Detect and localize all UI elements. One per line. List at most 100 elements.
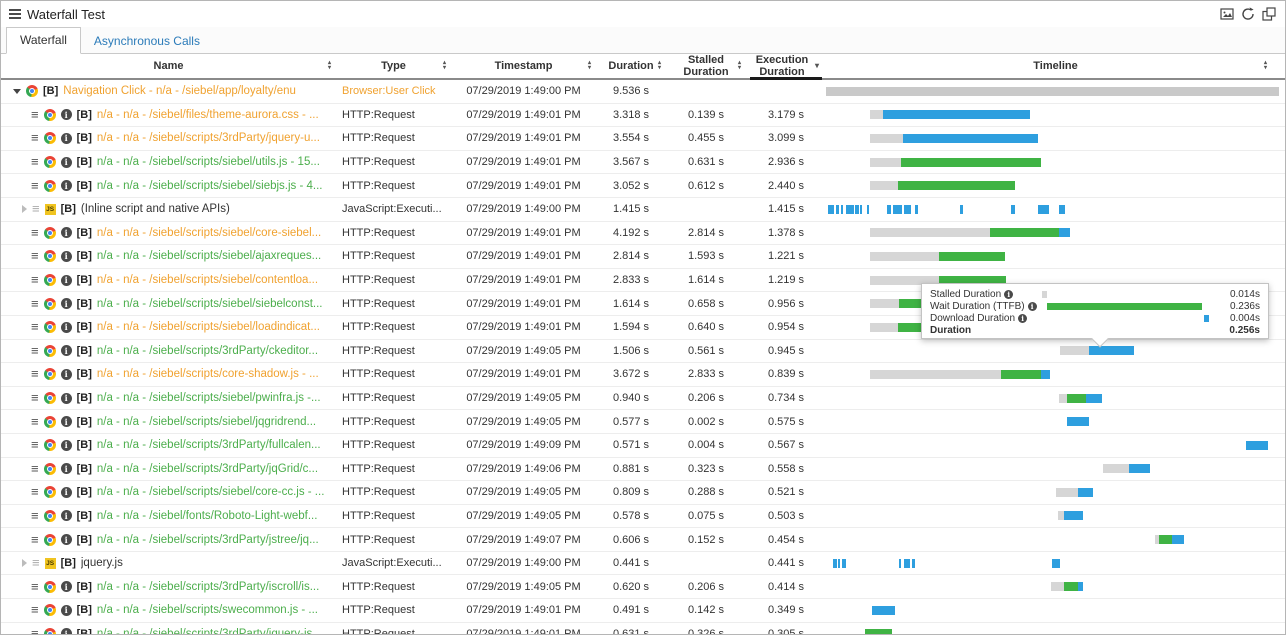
timeline-bar-segment[interactable]: [1038, 205, 1049, 214]
request-name[interactable]: n/a - n/a - /siebel/scripts/3rdParty/jqG…: [97, 463, 318, 475]
timeline-bar-segment[interactable]: [898, 181, 1015, 190]
timeline-bar-segment[interactable]: [1060, 346, 1089, 355]
timeline-bar-segment[interactable]: [870, 134, 903, 143]
info-icon[interactable]: i: [61, 487, 72, 498]
request-name[interactable]: n/a - n/a - /siebel/files/theme-aurora.c…: [97, 109, 319, 121]
timeline-bar-segment[interactable]: [1011, 205, 1016, 214]
timeline-bar-segment[interactable]: [1246, 441, 1268, 450]
timeline-bar-segment[interactable]: [1064, 511, 1083, 520]
timeline-bar-segment[interactable]: [870, 323, 898, 332]
expand-collapse-caret-right-icon[interactable]: [22, 559, 27, 567]
timeline-bar-segment[interactable]: [838, 559, 840, 568]
table-row[interactable]: ≡i[B]n/a - n/a - /siebel/scripts/swecomm…: [1, 599, 1285, 623]
timeline-bar-segment[interactable]: [870, 252, 939, 261]
timeline-bar-segment[interactable]: [870, 228, 990, 237]
timeline-bar-segment[interactable]: [1051, 582, 1063, 591]
timeline-bar-segment[interactable]: [1103, 464, 1130, 473]
timeline-bar-segment[interactable]: [904, 559, 910, 568]
timeline-bar-segment[interactable]: [841, 205, 843, 214]
timeline-bar-segment[interactable]: [870, 299, 899, 308]
timeline-bar-segment[interactable]: [901, 158, 1041, 167]
column-header-duration[interactable]: Duration▴▾: [596, 54, 666, 78]
column-header-timestamp[interactable]: Timestamp▴▾: [451, 54, 596, 78]
timeline-bar-segment[interactable]: [1078, 582, 1083, 591]
request-name[interactable]: n/a - n/a - /siebel/scripts/3rdParty/cke…: [97, 345, 318, 357]
info-icon[interactable]: i: [61, 463, 72, 474]
column-header-name[interactable]: Name▴▾: [1, 54, 336, 78]
table-row[interactable]: [B]Navigation Click - n/a - /siebel/app/…: [1, 80, 1285, 104]
info-icon[interactable]: i: [61, 534, 72, 545]
request-name[interactable]: n/a - n/a - /siebel/scripts/siebel/jqgri…: [97, 416, 316, 428]
table-row[interactable]: ≡i[B]n/a - n/a - /siebel/scripts/3rdPart…: [1, 623, 1285, 635]
info-icon[interactable]: i: [1018, 314, 1027, 323]
info-icon[interactable]: i: [61, 369, 72, 380]
request-name[interactable]: (Inline script and native APIs): [81, 203, 230, 215]
timeline-bar-segment[interactable]: [1064, 582, 1078, 591]
column-header-timeline[interactable]: Timeline▴▾: [826, 54, 1285, 78]
timeline-bar-segment[interactable]: [903, 134, 1038, 143]
table-row[interactable]: ≡i[B]n/a - n/a - /siebel/scripts/3rdPart…: [1, 458, 1285, 482]
timeline-bar-segment[interactable]: [860, 205, 862, 214]
info-icon[interactable]: i: [61, 322, 72, 333]
table-row[interactable]: ≡JS[B]jquery.jsJavaScript:Executi...07/2…: [1, 552, 1285, 576]
table-row[interactable]: ≡i[B]n/a - n/a - /siebel/scripts/3rdPart…: [1, 528, 1285, 552]
timeline-bar-segment[interactable]: [870, 158, 901, 167]
timeline-bar-segment[interactable]: [960, 205, 963, 214]
timeline-bar-segment[interactable]: [1059, 205, 1065, 214]
info-icon[interactable]: i: [61, 251, 72, 262]
column-header-type[interactable]: Type▴▾: [336, 54, 451, 78]
timeline-bar-segment[interactable]: [846, 205, 854, 214]
timeline-bar-segment[interactable]: [828, 205, 834, 214]
request-name[interactable]: n/a - n/a - /siebel/fonts/Roboto-Light-w…: [97, 510, 318, 522]
info-icon[interactable]: i: [61, 628, 72, 635]
expand-collapse-caret-right-icon[interactable]: [22, 205, 27, 213]
timeline-bar-segment[interactable]: [912, 559, 915, 568]
timeline-bar-segment[interactable]: [904, 205, 911, 214]
request-name[interactable]: jquery.js: [81, 557, 123, 569]
info-icon[interactable]: i: [61, 133, 72, 144]
timeline-bar-segment[interactable]: [1067, 417, 1090, 426]
timeline-bar-segment[interactable]: [939, 252, 1005, 261]
info-icon[interactable]: i: [1004, 290, 1013, 299]
timeline-bar-segment[interactable]: [1059, 228, 1070, 237]
info-icon[interactable]: i: [1028, 302, 1037, 311]
image-icon[interactable]: [1219, 7, 1235, 22]
timeline-bar-segment[interactable]: [1052, 559, 1060, 568]
timeline-bar-segment[interactable]: [1159, 535, 1172, 544]
request-name[interactable]: n/a - n/a - /siebel/scripts/siebel/core-…: [97, 486, 325, 498]
table-row[interactable]: ≡i[B]n/a - n/a - /siebel/scripts/siebel/…: [1, 387, 1285, 411]
info-icon[interactable]: i: [61, 440, 72, 451]
timeline-bar-segment[interactable]: [893, 205, 903, 214]
table-row[interactable]: ≡i[B]n/a - n/a - /siebel/scripts/core-sh…: [1, 363, 1285, 387]
expand-collapse-caret-down-icon[interactable]: [13, 89, 21, 94]
timeline-bar-segment[interactable]: [826, 87, 1279, 96]
info-icon[interactable]: i: [61, 393, 72, 404]
column-header-execution-duration[interactable]: Execution Duration▾: [746, 54, 826, 78]
info-icon[interactable]: i: [61, 109, 72, 120]
info-icon[interactable]: i: [61, 227, 72, 238]
request-name[interactable]: n/a - n/a - /siebel/scripts/siebel/siebe…: [97, 298, 323, 310]
timeline-bar-segment[interactable]: [870, 110, 883, 119]
timeline-bar-segment[interactable]: [1086, 394, 1102, 403]
table-row[interactable]: ≡i[B]n/a - n/a - /siebel/scripts/siebel/…: [1, 410, 1285, 434]
table-row[interactable]: ≡i[B]n/a - n/a - /siebel/scripts/3rdPart…: [1, 340, 1285, 364]
timeline-bar-segment[interactable]: [1067, 394, 1086, 403]
request-name[interactable]: n/a - n/a - /siebel/scripts/siebel/core-…: [97, 227, 321, 239]
table-row[interactable]: ≡i[B]n/a - n/a - /siebel/scripts/siebel/…: [1, 151, 1285, 175]
timeline-bar-segment[interactable]: [836, 205, 840, 214]
info-icon[interactable]: i: [61, 275, 72, 286]
timeline-bar-segment[interactable]: [883, 110, 1030, 119]
request-name[interactable]: n/a - n/a - /siebel/scripts/3rdParty/jqu…: [97, 132, 320, 144]
tab-asynchronous-calls[interactable]: Asynchronous Calls: [81, 29, 213, 54]
timeline-bar-segment[interactable]: [1172, 535, 1184, 544]
timeline-bar-segment[interactable]: [867, 205, 869, 214]
refresh-icon[interactable]: [1240, 7, 1256, 22]
timeline-bar-segment[interactable]: [855, 205, 858, 214]
table-row[interactable]: ≡i[B]n/a - n/a - /siebel/scripts/siebel/…: [1, 222, 1285, 246]
info-icon[interactable]: i: [61, 180, 72, 191]
info-icon[interactable]: i: [61, 416, 72, 427]
timeline-bar-segment[interactable]: [842, 559, 846, 568]
table-row[interactable]: ≡i[B]n/a - n/a - /siebel/scripts/siebel/…: [1, 245, 1285, 269]
timeline-bar-segment[interactable]: [1129, 464, 1150, 473]
request-name[interactable]: n/a - n/a - /siebel/scripts/core-shadow.…: [97, 368, 319, 380]
